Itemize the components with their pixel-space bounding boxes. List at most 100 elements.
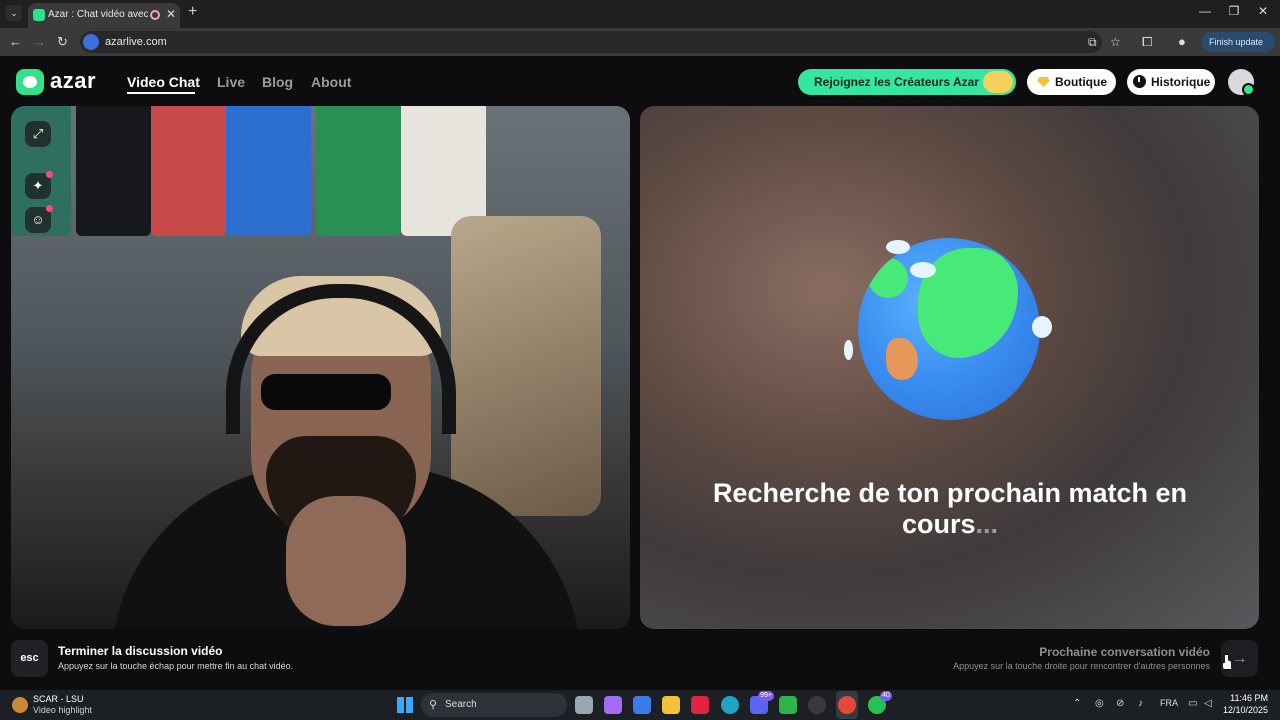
cloud-decor	[886, 240, 910, 254]
minimize-icon[interactable]: —	[1190, 4, 1220, 18]
search-placeholder: Search	[445, 699, 477, 710]
widget-subtitle: Video highlight	[33, 705, 92, 715]
browser-tab-azar[interactable]: Azar : Chat vidéo avec de n ✕	[28, 3, 180, 28]
azar-favicon-icon	[33, 9, 45, 21]
nav-blog[interactable]: Blog	[262, 74, 293, 90]
azar-logo-text[interactable]: azar	[50, 68, 96, 94]
language-indicator[interactable]: FRA	[1160, 698, 1178, 708]
search-icon: ⚲	[429, 699, 438, 711]
restore-icon[interactable]: ❐	[1219, 4, 1249, 18]
shortcut-bar: esc Terminer la discussion vidéo Appuyez…	[0, 639, 1280, 690]
chair-decor	[451, 216, 601, 516]
gem-icon	[1037, 77, 1050, 87]
esc-key-button[interactable]: esc	[11, 640, 48, 677]
whatsapp-icon[interactable]: 40	[868, 691, 892, 714]
notification-dot	[46, 205, 53, 212]
copilot-icon[interactable]	[604, 696, 622, 714]
bookmark-star-icon[interactable]: ☆	[1110, 35, 1121, 49]
cloud-decor	[910, 262, 936, 278]
url-text: azarlive.com	[105, 36, 167, 48]
reload-icon[interactable]: ↻	[57, 34, 68, 50]
file-explorer-icon[interactable]	[662, 696, 680, 714]
football-icon[interactable]	[12, 697, 28, 713]
match-video-panel: Recherche de ton prochain match en cours…	[640, 106, 1259, 629]
shop-label: Boutique	[1055, 75, 1107, 89]
nav-active-underline	[127, 92, 195, 94]
globe-land	[868, 258, 908, 298]
searching-match-text: Recherche de ton prochain match en cours	[712, 478, 1188, 539]
browser-tab-bar: ⌄ Azar : Chat vidéo avec de n ✕ + — ❐ ✕	[0, 0, 1280, 28]
discord-badge: 99+	[758, 691, 774, 701]
obs-icon[interactable]	[808, 696, 826, 714]
install-app-icon[interactable]: ⧉	[1088, 35, 1097, 50]
tab-search-icon[interactable]: ⌄	[6, 5, 22, 21]
searching-match-title: Recherche de ton prochain match en cours…	[680, 478, 1220, 540]
chrome-icon[interactable]	[838, 696, 856, 714]
jersey-decor	[151, 106, 226, 236]
hands	[286, 496, 406, 626]
profile-icon[interactable]: ●	[1178, 34, 1186, 49]
join-creators-label: Rejoignez les Créateurs Azar	[814, 75, 979, 89]
join-creators-button[interactable]: Rejoignez les Créateurs Azar	[798, 69, 1016, 95]
taskbar-date[interactable]: 12/10/2025	[1222, 705, 1268, 715]
recording-indicator-icon	[150, 10, 160, 20]
back-icon[interactable]: ←	[9, 34, 22, 49]
volume-icon[interactable]: ◁	[1204, 698, 1212, 709]
user-avatar[interactable]	[1228, 69, 1255, 96]
discord-icon[interactable]: 99+	[750, 691, 774, 714]
nav-video-chat[interactable]: Video Chat	[127, 74, 200, 90]
cloud-decor	[844, 340, 853, 360]
emoji-mask-icon[interactable]: ☺	[25, 205, 53, 233]
nav-about[interactable]: About	[311, 74, 351, 90]
history-button[interactable]: Historique	[1127, 69, 1215, 95]
history-label: Historique	[1151, 75, 1211, 89]
site-info-icon[interactable]	[83, 34, 99, 50]
windows-taskbar: SCAR - LSU Video highlight ⚲ Search 99+ …	[0, 690, 1280, 720]
next-chat-hint: Appuyez sur la touche droite pour rencon…	[953, 661, 1210, 671]
new-tab-button[interactable]: +	[188, 3, 197, 21]
tab-close-icon[interactable]: ✕	[166, 7, 176, 21]
forward-icon[interactable]: →	[33, 34, 46, 49]
window-close-icon[interactable]: ✕	[1248, 4, 1278, 18]
microphone-icon[interactable]: ♪	[1138, 698, 1143, 709]
task-view-icon[interactable]	[575, 696, 593, 714]
azar-page: azar Video Chat Live Blog About Rejoigne…	[0, 56, 1280, 690]
sunglasses	[261, 374, 391, 410]
taskbar-time[interactable]: 11:46 PM	[1226, 693, 1268, 703]
whatsapp-badge: 40	[880, 691, 892, 701]
nav-live[interactable]: Live	[217, 74, 245, 90]
edge-icon[interactable]	[721, 696, 739, 714]
wps-office-icon[interactable]	[691, 696, 709, 714]
next-chat-title: Prochaine conversation vidéo	[1039, 645, 1210, 659]
network-icon[interactable]: ▭	[1188, 698, 1197, 709]
cloud-decor	[1032, 316, 1052, 338]
widget-title[interactable]: SCAR - LSU	[33, 694, 84, 704]
loading-dots: ...	[975, 509, 999, 539]
tray-app-icon[interactable]: ◎	[1095, 698, 1104, 709]
address-bar[interactable]: azarlive.com ⧉ ☆	[80, 31, 1121, 53]
browser-toolbar: ← → ↻ azarlive.com ⧉ ☆ ⧠ ● Finish update	[0, 28, 1280, 56]
clock-icon	[1133, 75, 1146, 88]
sparkle-effects-icon[interactable]: ✦	[25, 171, 53, 199]
jersey-decor	[316, 106, 401, 236]
globe-illustration	[858, 238, 1040, 420]
jersey-decor	[76, 106, 151, 236]
store-icon[interactable]	[633, 696, 651, 714]
end-chat-hint: Appuyez sur la touche échap pour mettre …	[58, 661, 294, 671]
globe-land	[886, 338, 918, 380]
jersey-decor	[226, 106, 311, 236]
end-chat-title: Terminer la discussion vidéo	[58, 644, 223, 658]
extensions-icon[interactable]: ⧠	[1142, 34, 1152, 50]
media-player-icon[interactable]	[779, 696, 797, 714]
taskbar-search[interactable]: ⚲ Search	[421, 693, 567, 717]
self-video-feed: ⤢ ✦ ☺	[11, 106, 630, 629]
tab-title: Azar : Chat vidéo avec de n	[48, 9, 148, 20]
windows-start-icon[interactable]	[397, 697, 413, 713]
tray-network-off-icon[interactable]: ⊘	[1116, 698, 1124, 709]
creators-badge-icon	[983, 71, 1013, 93]
shop-button[interactable]: Boutique	[1027, 69, 1116, 95]
expand-icon[interactable]: ⤢	[25, 121, 51, 147]
finish-update-button[interactable]: Finish update	[1201, 32, 1275, 52]
azar-logo-icon[interactable]	[16, 69, 44, 95]
tray-chevron-icon[interactable]: ⌃	[1073, 698, 1081, 709]
